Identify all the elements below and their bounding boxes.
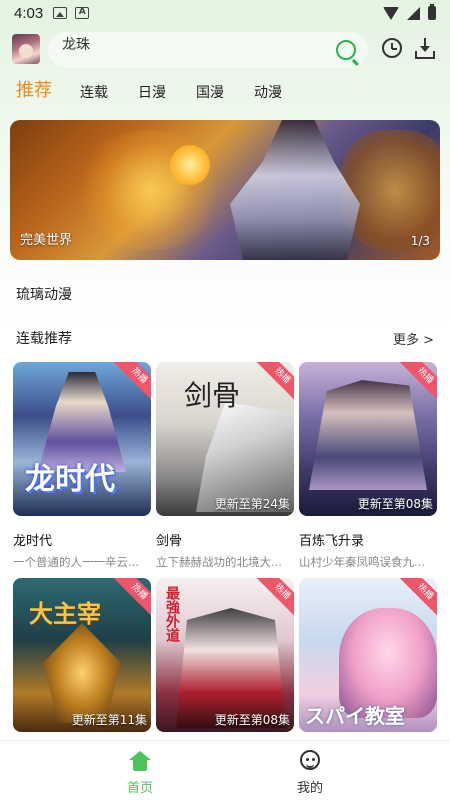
poster-image: 最強外道 热播 更新至第08集 bbox=[156, 578, 294, 732]
hot-badge: 热播 bbox=[112, 578, 151, 619]
hot-badge: 热播 bbox=[112, 362, 151, 403]
app-header: 龙珠 bbox=[0, 30, 450, 70]
tab-japanese[interactable]: 日漫 bbox=[138, 82, 166, 104]
more-link[interactable]: 更多 > bbox=[393, 329, 434, 348]
poster-title-art: スパイ教室 bbox=[305, 704, 405, 728]
episode-label: 更新至第08集 bbox=[357, 497, 433, 511]
anime-card[interactable]: 热播 更新至第08集 百炼飞升录 山村少年秦凤鸣误食九... bbox=[299, 362, 437, 570]
search-input[interactable]: 龙珠 bbox=[62, 34, 90, 54]
hot-badge: 热播 bbox=[255, 578, 294, 619]
banner-title: 完美世界 bbox=[20, 233, 73, 248]
smiley-icon bbox=[300, 750, 320, 770]
anime-card[interactable]: 龙时代 热播 龙时代 一个普通的人一一辛云... bbox=[13, 362, 151, 570]
tab-anime[interactable]: 动漫 bbox=[254, 82, 282, 104]
nav-mine-label: 我的 bbox=[296, 781, 323, 796]
episode-label: 更新至第11集 bbox=[71, 713, 147, 727]
anime-card[interactable]: スパイ教室 热播 bbox=[299, 578, 437, 732]
banner-carousel[interactable]: 完美世界 1/3 bbox=[10, 120, 440, 260]
poster-image: 大主宰 热播 更新至第11集 bbox=[13, 578, 151, 732]
hot-badge: 热播 bbox=[255, 362, 294, 403]
anime-card[interactable]: 最強外道 热播 更新至第08集 bbox=[156, 578, 294, 732]
poster-title-art: 剑骨 bbox=[184, 379, 241, 412]
history-icon[interactable] bbox=[382, 38, 402, 58]
status-bar: 4:03 A bbox=[0, 0, 450, 26]
poster-image: 龙时代 热播 bbox=[13, 362, 151, 516]
episode-label: 更新至第24集 bbox=[214, 497, 290, 511]
search-bar[interactable]: 龙珠 bbox=[48, 32, 368, 68]
search-icon[interactable] bbox=[336, 40, 356, 60]
poster-title-art: 最強外道 bbox=[164, 586, 180, 642]
card-title: 龙时代 bbox=[13, 534, 53, 549]
card-title: 百炼飞升录 bbox=[299, 534, 365, 549]
tab-chinese[interactable]: 国漫 bbox=[196, 82, 224, 104]
episode-label: 更新至第08集 bbox=[214, 713, 290, 727]
poster-title-art: 龙时代 bbox=[25, 462, 115, 497]
wifi-icon bbox=[383, 6, 399, 20]
nav-home[interactable]: 首页 bbox=[100, 741, 180, 800]
anime-card[interactable]: 剑骨 热播 更新至第24集 剑骨 立下赫赫战功的北境大... bbox=[156, 362, 294, 570]
card-subtitle: 立下赫赫战功的北境大... bbox=[156, 555, 282, 569]
poster-title-art: 大主宰 bbox=[29, 600, 101, 628]
card-title: 剑骨 bbox=[156, 534, 183, 549]
image-notification-icon bbox=[53, 7, 68, 19]
battery-icon bbox=[428, 4, 436, 20]
a-notification-icon: A bbox=[75, 7, 90, 19]
poster-image: 剑骨 热播 更新至第24集 bbox=[156, 362, 294, 516]
category-tabs: 推荐 连载 日漫 国漫 动漫 bbox=[16, 76, 312, 104]
poster-image: 热播 更新至第08集 bbox=[299, 362, 437, 516]
nav-mine[interactable]: 我的 bbox=[270, 741, 350, 800]
tab-serial[interactable]: 连载 bbox=[80, 82, 108, 104]
signal-icon bbox=[407, 6, 420, 20]
site-name: 琉璃动漫 bbox=[16, 287, 72, 303]
status-time: 4:03 bbox=[14, 4, 44, 22]
bottom-navigation: 首页 我的 bbox=[0, 740, 450, 800]
anime-card[interactable]: 大主宰 热播 更新至第11集 bbox=[13, 578, 151, 732]
banner-page-indicator: 1/3 bbox=[410, 234, 430, 248]
card-subtitle: 一个普通的人一一辛云... bbox=[13, 555, 139, 569]
avatar[interactable] bbox=[12, 34, 40, 64]
nav-home-label: 首页 bbox=[126, 781, 153, 796]
tab-recommend[interactable]: 推荐 bbox=[16, 76, 52, 104]
download-icon[interactable] bbox=[414, 38, 436, 60]
banner-dragon-art bbox=[340, 130, 440, 250]
home-icon bbox=[129, 751, 151, 771]
poster-image: スパイ教室 热播 bbox=[299, 578, 437, 732]
card-subtitle: 山村少年秦凤鸣误食九... bbox=[299, 555, 425, 569]
banner-character-art bbox=[230, 120, 360, 260]
section-title-serial: 连载推荐 bbox=[16, 331, 72, 347]
